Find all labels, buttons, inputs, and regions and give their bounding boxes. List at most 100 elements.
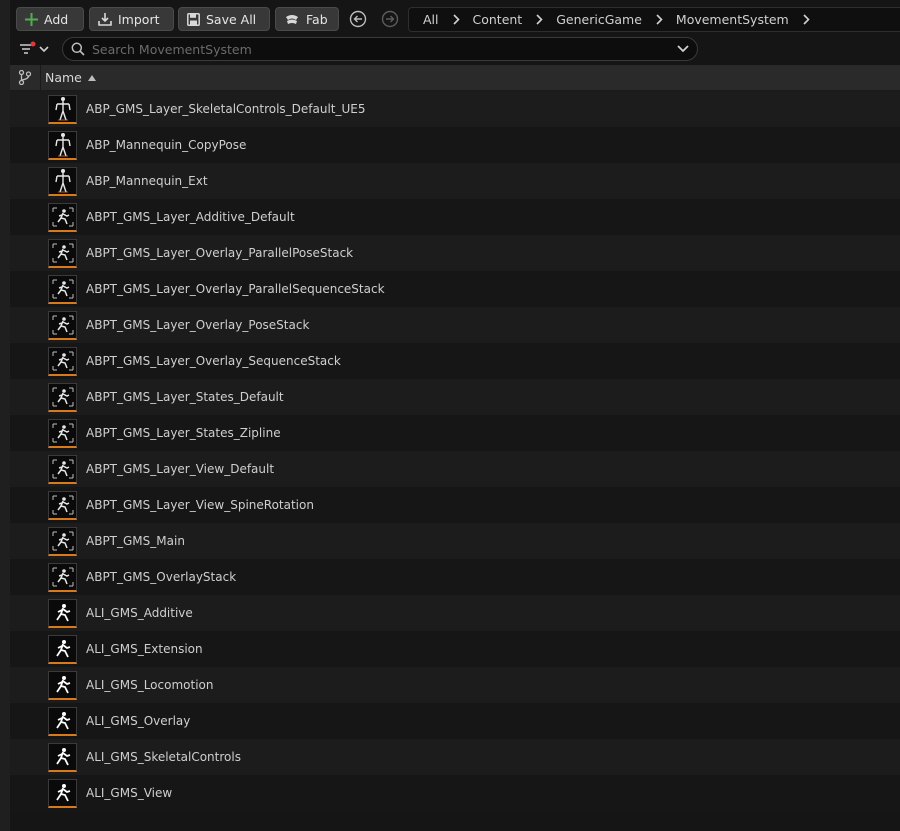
asset-name: ABPT_GMS_Layer_Overlay_ParallelSequenceS… (86, 282, 385, 296)
add-button[interactable]: Add (16, 7, 84, 31)
arrow-right-circle-icon (381, 10, 399, 28)
breadcrumb-item-movementsystem[interactable]: MovementSystem (676, 12, 789, 27)
filter-dropdown-button[interactable] (19, 38, 53, 60)
arrow-left-circle-icon (349, 10, 367, 28)
asset-name: ABPT_GMS_Layer_Additive_Default (86, 210, 295, 224)
asset-name: ALI_GMS_Locomotion (86, 678, 214, 692)
search-box (62, 37, 698, 61)
asset-list: ABP_GMS_Layer_SkeletalControls_Default_U… (10, 91, 900, 811)
history-forward-button[interactable] (380, 9, 400, 29)
anim-layer-interface-icon (48, 599, 77, 628)
import-icon (98, 12, 112, 26)
asset-row[interactable]: ABP_GMS_Layer_SkeletalControls_Default_U… (10, 91, 900, 127)
asset-row[interactable]: ABPT_GMS_Layer_Overlay_PoseStack (10, 307, 900, 343)
import-button-label: Import (118, 11, 160, 27)
chevron-right-icon[interactable] (656, 14, 663, 25)
breadcrumb-item-content[interactable]: Content (473, 12, 523, 27)
asset-name: ABPT_GMS_OverlayStack (86, 570, 237, 584)
asset-row[interactable]: ABPT_GMS_Layer_Overlay_SequenceStack (10, 343, 900, 379)
name-column-header[interactable]: Name (45, 65, 96, 90)
chevron-right-icon[interactable] (452, 14, 460, 25)
search-input[interactable] (92, 41, 670, 57)
fab-button-label: Fab (306, 11, 328, 27)
chevron-down-icon[interactable] (677, 45, 689, 53)
fab-button[interactable]: Fab (275, 7, 339, 31)
asset-name: ABP_Mannequin_Ext (86, 174, 208, 188)
anim-template-icon (48, 275, 77, 304)
anim-layer-interface-icon (48, 779, 77, 808)
asset-name: ALI_GMS_SkeletalControls (86, 750, 241, 764)
asset-row[interactable]: ABPT_GMS_Layer_Additive_Default (10, 199, 900, 235)
save-all-button-label: Save All (206, 11, 257, 27)
asset-name: ALI_GMS_Extension (86, 642, 203, 656)
asset-row[interactable]: ABPT_GMS_Main (10, 523, 900, 559)
anim-layer-interface-icon (48, 635, 77, 664)
asset-row[interactable]: ALI_GMS_Overlay (10, 703, 900, 739)
source-control-column-header[interactable] (10, 65, 41, 90)
anim-template-icon (48, 311, 77, 340)
panel-edge (0, 0, 10, 831)
plus-icon (25, 12, 38, 26)
asset-name: ALI_GMS_Overlay (86, 714, 191, 728)
asset-row[interactable]: ABPT_GMS_OverlayStack (10, 559, 900, 595)
asset-row[interactable]: ALI_GMS_Extension (10, 631, 900, 667)
asset-name: ABPT_GMS_Layer_View_Default (86, 462, 275, 476)
anim-layer-interface-icon (48, 743, 77, 772)
asset-row[interactable]: ABP_Mannequin_CopyPose (10, 127, 900, 163)
asset-name: ABPT_GMS_Layer_Overlay_SequenceStack (86, 354, 341, 368)
anim-template-icon (48, 491, 77, 520)
asset-name: ABPT_GMS_Main (86, 534, 185, 548)
asset-row[interactable]: ABPT_GMS_Layer_View_SpineRotation (10, 487, 900, 523)
anim-template-icon (48, 203, 77, 232)
asset-row[interactable]: ABPT_GMS_Layer_Overlay_ParallelPoseStack (10, 235, 900, 271)
asset-row[interactable]: ABPT_GMS_Layer_Overlay_ParallelSequenceS… (10, 271, 900, 307)
asset-name: ABP_Mannequin_CopyPose (86, 138, 247, 152)
chevron-right-icon[interactable] (803, 14, 810, 25)
asset-name: ABPT_GMS_Layer_Overlay_PoseStack (86, 318, 310, 332)
save-all-button[interactable]: Save All (178, 7, 270, 31)
asset-row[interactable]: ALI_GMS_SkeletalControls (10, 739, 900, 775)
asset-row[interactable]: ALI_GMS_View (10, 775, 900, 811)
asset-name: ABPT_GMS_Layer_Overlay_ParallelPoseStack (86, 246, 354, 260)
breadcrumb-item-all[interactable]: All (423, 12, 439, 27)
asset-name: ABPT_GMS_Layer_View_SpineRotation (86, 498, 314, 512)
asset-name: ABP_GMS_Layer_SkeletalControls_Default_U… (86, 102, 366, 116)
anim-layer-interface-icon (48, 671, 77, 700)
anim-template-icon (48, 383, 77, 412)
sort-ascending-icon (87, 74, 96, 81)
anim-template-icon (48, 455, 77, 484)
asset-row[interactable]: ABPT_GMS_Layer_States_Default (10, 379, 900, 415)
asset-name: ALI_GMS_Additive (86, 606, 193, 620)
asset-row[interactable]: ALI_GMS_Additive (10, 595, 900, 631)
save-icon (187, 12, 200, 26)
asset-row[interactable]: ABPT_GMS_Layer_States_Zipline (10, 415, 900, 451)
content-browser-toolbar: Add Import Save All Fab All Content Gene… (10, 0, 900, 38)
asset-name: ABPT_GMS_Layer_States_Zipline (86, 426, 281, 440)
asset-row[interactable]: ABP_Mannequin_Ext (10, 163, 900, 199)
anim-template-icon (48, 419, 77, 448)
fab-icon (286, 14, 298, 24)
asset-row[interactable]: ABPT_GMS_Layer_View_Default (10, 451, 900, 487)
filter-icon (20, 41, 49, 54)
breadcrumb-item-genericgame[interactable]: GenericGame (556, 12, 642, 27)
breadcrumb: All Content GenericGame MovementSystem (408, 7, 900, 32)
anim-template-icon (48, 527, 77, 556)
asset-row[interactable]: ALI_GMS_Locomotion (10, 667, 900, 703)
chevron-right-icon[interactable] (536, 14, 543, 25)
skeleton-mannequin-icon (48, 167, 77, 196)
add-button-label: Add (44, 11, 69, 27)
anim-template-icon (48, 239, 77, 268)
filter-bar (10, 34, 900, 64)
anim-layer-interface-icon (48, 707, 77, 736)
anim-template-icon (48, 563, 77, 592)
skeleton-mannequin-icon (48, 131, 77, 160)
source-control-branch-icon (18, 70, 32, 85)
asset-name: ABPT_GMS_Layer_States_Default (86, 390, 284, 404)
anim-template-icon (48, 347, 77, 376)
import-button[interactable]: Import (89, 7, 174, 31)
asset-name: ALI_GMS_View (86, 786, 173, 800)
search-icon (71, 42, 85, 56)
list-header: Name (10, 65, 900, 91)
history-back-button[interactable] (348, 9, 368, 29)
skeleton-mannequin-icon (48, 95, 77, 124)
